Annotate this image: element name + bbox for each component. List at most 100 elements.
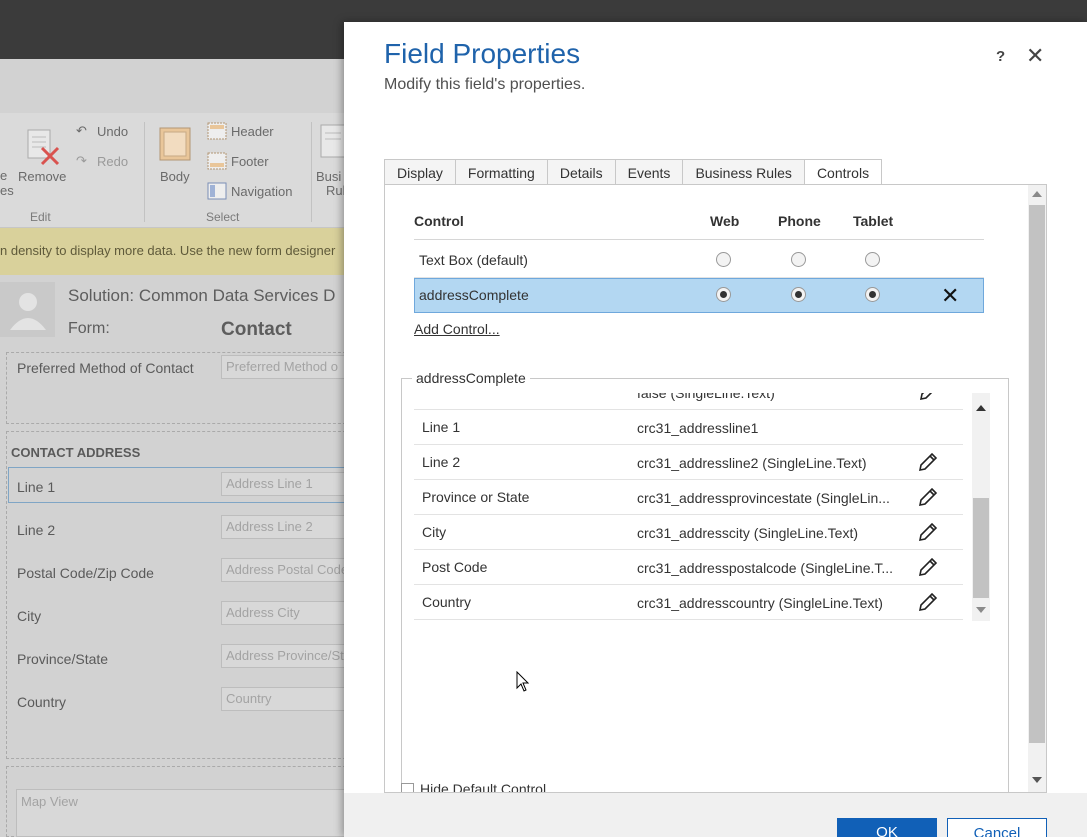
close-icon[interactable]: ✕: [1026, 43, 1044, 69]
help-button[interactable]: ?: [996, 48, 1005, 65]
pencil-icon[interactable]: [917, 393, 939, 403]
footer-button[interactable]: Footer: [231, 154, 269, 169]
properties-legend: addressComplete: [412, 370, 530, 386]
hide-default-label: Hide Default Control: [420, 781, 547, 793]
property-row[interactable]: Post Code crc31_addresspostalcode (Singl…: [414, 550, 963, 585]
web-radio[interactable]: [716, 287, 731, 302]
properties-scrollbar[interactable]: [972, 393, 990, 621]
column-header-phone: Phone: [778, 213, 821, 229]
pencil-icon[interactable]: [917, 451, 939, 473]
redo-button[interactable]: Redo: [97, 154, 128, 169]
form-name: Contact: [221, 319, 292, 340]
tab-display[interactable]: Display: [384, 159, 456, 185]
column-header-control: Control: [414, 213, 464, 229]
property-row[interactable]: Province or State crc31_addressprovinces…: [414, 480, 963, 515]
pencil-icon[interactable]: [917, 521, 939, 543]
field-label-line1: Line 1: [17, 479, 56, 495]
navigation-icon[interactable]: [207, 182, 227, 200]
web-radio[interactable]: [716, 252, 731, 267]
mouse-cursor-icon: [516, 671, 530, 692]
dialog-title: Field Properties: [384, 38, 581, 69]
property-value: false (SingleLine.Text): [637, 393, 775, 401]
map-view-field[interactable]: Map View: [16, 789, 346, 837]
phone-radio[interactable]: [791, 252, 806, 267]
tab-events[interactable]: Events: [615, 159, 684, 185]
hide-default-checkbox[interactable]: [401, 783, 414, 792]
scrollbar-thumb[interactable]: [973, 498, 989, 598]
field-label-city: City: [17, 608, 42, 624]
pencil-icon[interactable]: [917, 556, 939, 578]
avatar: [0, 282, 55, 337]
preferred-contact-label: Preferred Method of Contact: [17, 360, 194, 376]
header-button[interactable]: Header: [231, 124, 274, 139]
property-name: Province or State: [422, 489, 530, 505]
tab-details[interactable]: Details: [547, 159, 616, 185]
control-row-addresscomplete[interactable]: addressComplete ✕: [414, 278, 984, 313]
property-name: Line 2: [422, 454, 461, 470]
dialog-subtitle: Modify this field's properties.: [384, 76, 586, 93]
scroll-up-icon[interactable]: [1032, 191, 1042, 197]
business-rules-icon[interactable]: [320, 124, 346, 158]
tab-business-rules[interactable]: Business Rules: [683, 159, 805, 185]
remove-button[interactable]: Remove: [18, 169, 66, 184]
scroll-up-icon[interactable]: [976, 405, 986, 411]
field-label-country: Country: [17, 694, 67, 710]
scroll-down-icon[interactable]: [976, 607, 986, 613]
tab-formatting[interactable]: Formatting: [455, 159, 548, 185]
column-header-web: Web: [710, 213, 740, 229]
tablet-radio[interactable]: [865, 252, 880, 267]
footer-icon[interactable]: [207, 152, 227, 170]
field-label-line2: Line 2: [17, 522, 56, 538]
ribbon-partial-label: Busi: [316, 169, 342, 184]
remove-icon[interactable]: [26, 128, 60, 166]
property-name: Country: [422, 594, 472, 610]
property-value: crc31_addresscity (SingleLine.Text): [637, 525, 858, 541]
body-button[interactable]: Body: [160, 169, 190, 184]
control-name: addressComplete: [419, 287, 529, 303]
header-icon[interactable]: [207, 122, 227, 140]
tab-controls[interactable]: Controls: [804, 159, 883, 185]
ribbon-divider: [144, 122, 145, 222]
property-value: crc31_addressline2 (SingleLine.Text): [637, 455, 867, 471]
ribbon-partial-label: Rul: [326, 183, 346, 198]
phone-radio[interactable]: [791, 287, 806, 302]
add-control-link[interactable]: Add Control...: [414, 321, 500, 337]
field-input-city[interactable]: Address City: [221, 601, 351, 625]
undo-button[interactable]: Undo: [97, 124, 128, 139]
property-value: crc31_addresspostalcode (SingleLine.T...: [637, 560, 894, 576]
notice-banner: n density to display more data. Use the …: [0, 228, 350, 275]
pencil-icon[interactable]: [917, 486, 939, 508]
property-name: Post Code: [422, 559, 488, 575]
preferred-contact-field[interactable]: Preferred Method o: [221, 355, 351, 379]
property-row[interactable]: Country crc31_addresscountry (SingleLine…: [414, 585, 963, 620]
control-properties-fieldset: addressComplete false (SingleLine.Text) …: [401, 370, 1009, 792]
property-value: crc31_addressprovincestate (SingleLin...: [637, 490, 890, 506]
controls-tab-panel: Control Web Phone Tablet Text Box (defau…: [384, 184, 1047, 793]
tablet-radio[interactable]: [865, 287, 880, 302]
ok-button[interactable]: OK: [837, 818, 937, 837]
delete-control-icon[interactable]: ✕: [941, 283, 959, 309]
cancel-button[interactable]: Cancel: [947, 818, 1047, 837]
field-input-country[interactable]: Country: [221, 687, 351, 711]
property-row[interactable]: false (SingleLine.Text): [414, 393, 963, 410]
field-input-line1[interactable]: Address Line 1: [221, 472, 351, 496]
scrollbar-thumb[interactable]: [1029, 205, 1045, 743]
navigation-button[interactable]: Navigation: [231, 184, 292, 199]
hide-default-control[interactable]: Hide Default Control: [401, 781, 547, 793]
property-row[interactable]: Line 2 crc31_addressline2 (SingleLine.Te…: [414, 445, 963, 480]
scroll-down-icon[interactable]: [1032, 777, 1042, 783]
property-value: crc31_addresscountry (SingleLine.Text): [637, 595, 883, 611]
panel-scrollbar[interactable]: [1028, 185, 1046, 792]
property-row[interactable]: Line 1 crc31_addressline1: [414, 410, 963, 445]
body-icon[interactable]: [159, 127, 191, 161]
property-row[interactable]: City crc31_addresscity (SingleLine.Text): [414, 515, 963, 550]
redo-icon[interactable]: ↷: [76, 153, 87, 169]
header-divider: [414, 239, 984, 240]
undo-icon[interactable]: ↶: [76, 123, 87, 139]
control-row-textbox[interactable]: Text Box (default): [414, 243, 984, 278]
field-input-line2[interactable]: Address Line 2: [221, 515, 351, 539]
field-input-postal[interactable]: Address Postal Code: [221, 558, 351, 582]
field-input-province[interactable]: Address Province/St: [221, 644, 351, 668]
pencil-icon[interactable]: [917, 591, 939, 613]
ribbon-divider: [311, 122, 312, 222]
